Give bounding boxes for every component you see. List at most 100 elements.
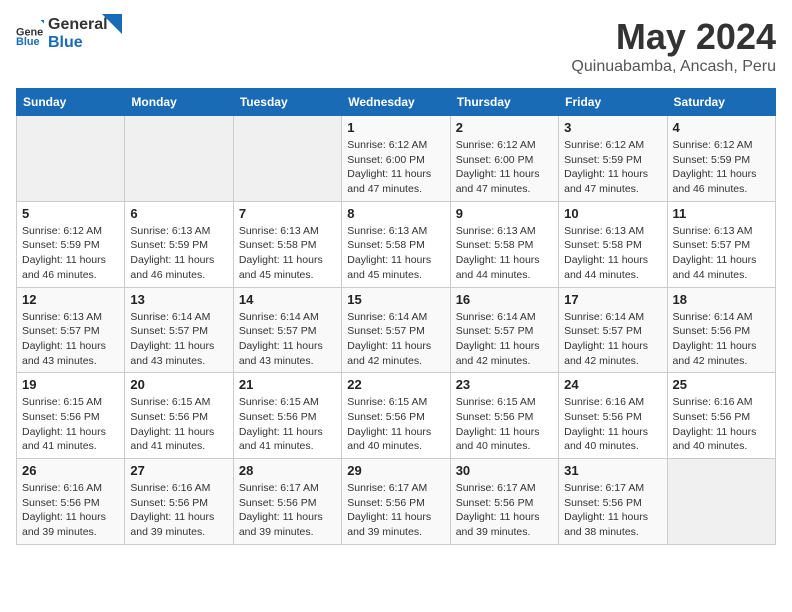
day-number: 21 [239,377,336,392]
day-info: Sunrise: 6:12 AMSunset: 6:00 PMDaylight:… [456,138,553,197]
day-number: 28 [239,463,336,478]
calendar-cell: 3 Sunrise: 6:12 AMSunset: 5:59 PMDaylight… [559,116,667,202]
calendar-cell: 6 Sunrise: 6:13 AMSunset: 5:59 PMDaylight… [125,201,233,287]
logo-blue-text: Blue [48,34,108,52]
day-info: Sunrise: 6:12 AMSunset: 5:59 PMDaylight:… [564,138,661,197]
day-number: 18 [673,292,770,307]
calendar-week-4: 19 Sunrise: 6:15 AMSunset: 5:56 PMDayligh… [17,373,776,459]
day-number: 6 [130,206,227,221]
header-monday: Monday [125,89,233,116]
logo-flag-icon [102,14,122,46]
calendar-cell: 26 Sunrise: 6:16 AMSunset: 5:56 PMDayligh… [17,459,125,545]
month-title: May 2024 [571,16,776,58]
day-number: 12 [22,292,119,307]
day-number: 31 [564,463,661,478]
calendar-cell: 21Sunrise: 6:15 AMSunset: 5:56 PMDayligh… [233,373,341,459]
day-info: Sunrise: 6:14 AMSunset: 5:57 PMDaylight:… [347,310,444,369]
calendar-week-2: 5Sunrise: 6:12 AMSunset: 5:59 PMDaylight… [17,201,776,287]
day-info: Sunrise: 6:17 AMSunset: 5:56 PMDaylight:… [239,481,336,540]
day-info: Sunrise: 6:13 AMSunset: 5:58 PMDaylight:… [239,224,336,283]
day-info: Sunrise: 6:15 AMSunset: 5:56 PMDaylight:… [456,395,553,454]
page-header: General Blue General Blue May 2024 Quinu… [16,16,776,76]
calendar-cell: 31Sunrise: 6:17 AMSunset: 5:56 PMDayligh… [559,459,667,545]
calendar-cell: 13 Sunrise: 6:14 AMSunset: 5:57 PMDayligh… [125,287,233,373]
day-number: 1 [347,120,444,135]
calendar-cell: 29Sunrise: 6:17 AMSunset: 5:56 PMDayligh… [342,459,450,545]
day-number: 5 [22,206,119,221]
title-block: May 2024 Quinuabamba, Ancash, Peru [571,16,776,76]
day-info: Sunrise: 6:14 AMSunset: 5:57 PMDaylight:… [239,310,336,369]
day-info: Sunrise: 6:14 AMSunset: 5:56 PMDaylight:… [673,310,770,369]
calendar-cell: 19 Sunrise: 6:15 AMSunset: 5:56 PMDayligh… [17,373,125,459]
calendar-cell: 17Sunrise: 6:14 AMSunset: 5:57 PMDayligh… [559,287,667,373]
day-number: 4 [673,120,770,135]
day-number: 19 [22,377,119,392]
day-info: Sunrise: 6:16 AMSunset: 5:56 PMDaylight:… [130,481,227,540]
calendar-cell: 15 Sunrise: 6:14 AMSunset: 5:57 PMDayligh… [342,287,450,373]
day-number: 2 [456,120,553,135]
day-number: 3 [564,120,661,135]
day-number: 14 [239,292,336,307]
day-info: Sunrise: 6:13 AMSunset: 5:59 PMDaylight:… [130,224,227,283]
day-number: 13 [130,292,227,307]
day-number: 16 [456,292,553,307]
day-number: 15 [347,292,444,307]
calendar-cell [233,116,341,202]
calendar-cell: 28 Sunrise: 6:17 AMSunset: 5:56 PMDayligh… [233,459,341,545]
day-number: 30 [456,463,553,478]
day-info: Sunrise: 6:17 AMSunset: 5:56 PMDaylight:… [347,481,444,540]
day-info: Sunrise: 6:16 AMSunset: 5:56 PMDaylight:… [673,395,770,454]
calendar-table: SundayMondayTuesdayWednesdayThursdayFrid… [16,88,776,545]
day-number: 11 [673,206,770,221]
calendar-cell: 12 Sunrise: 6:13 AMSunset: 5:57 PMDayligh… [17,287,125,373]
calendar-cell: 7 Sunrise: 6:13 AMSunset: 5:58 PMDaylight… [233,201,341,287]
header-wednesday: Wednesday [342,89,450,116]
calendar-cell [17,116,125,202]
logo: General Blue General Blue [16,16,122,51]
calendar-cell: 10 Sunrise: 6:13 AMSunset: 5:58 PMDayligh… [559,201,667,287]
header-saturday: Saturday [667,89,775,116]
calendar-cell: 1 Sunrise: 6:12 AMSunset: 6:00 PMDaylight… [342,116,450,202]
header-sunday: Sunday [17,89,125,116]
calendar-cell: 14 Sunrise: 6:14 AMSunset: 5:57 PMDayligh… [233,287,341,373]
day-info: Sunrise: 6:15 AMSunset: 5:56 PMDaylight:… [22,395,119,454]
calendar-cell [667,459,775,545]
calendar-cell: 20Sunrise: 6:15 AMSunset: 5:56 PMDayligh… [125,373,233,459]
day-info: Sunrise: 6:15 AMSunset: 5:56 PMDaylight:… [347,395,444,454]
calendar-cell: 2 Sunrise: 6:12 AMSunset: 6:00 PMDaylight… [450,116,558,202]
calendar-cell: 5Sunrise: 6:12 AMSunset: 5:59 PMDaylight… [17,201,125,287]
day-info: Sunrise: 6:13 AMSunset: 5:58 PMDaylight:… [564,224,661,283]
calendar-cell: 16 Sunrise: 6:14 AMSunset: 5:57 PMDayligh… [450,287,558,373]
calendar-header-row: SundayMondayTuesdayWednesdayThursdayFrid… [17,89,776,116]
logo-general-text: General [48,16,108,34]
calendar-cell: 18 Sunrise: 6:14 AMSunset: 5:56 PMDayligh… [667,287,775,373]
header-tuesday: Tuesday [233,89,341,116]
calendar-week-3: 12 Sunrise: 6:13 AMSunset: 5:57 PMDayligh… [17,287,776,373]
day-info: Sunrise: 6:13 AMSunset: 5:57 PMDaylight:… [22,310,119,369]
day-number: 27 [130,463,227,478]
calendar-cell [125,116,233,202]
calendar-cell: 11Sunrise: 6:13 AMSunset: 5:57 PMDayligh… [667,201,775,287]
calendar-cell: 27 Sunrise: 6:16 AMSunset: 5:56 PMDayligh… [125,459,233,545]
day-number: 22 [347,377,444,392]
day-number: 7 [239,206,336,221]
day-number: 10 [564,206,661,221]
day-number: 24 [564,377,661,392]
calendar-cell: 23Sunrise: 6:15 AMSunset: 5:56 PMDayligh… [450,373,558,459]
day-info: Sunrise: 6:16 AMSunset: 5:56 PMDaylight:… [564,395,661,454]
calendar-cell: 22 Sunrise: 6:15 AMSunset: 5:56 PMDayligh… [342,373,450,459]
calendar-cell: 8Sunrise: 6:13 AMSunset: 5:58 PMDaylight… [342,201,450,287]
day-info: Sunrise: 6:14 AMSunset: 5:57 PMDaylight:… [564,310,661,369]
header-friday: Friday [559,89,667,116]
day-number: 8 [347,206,444,221]
day-info: Sunrise: 6:14 AMSunset: 5:57 PMDaylight:… [130,310,227,369]
calendar-cell: 4 Sunrise: 6:12 AMSunset: 5:59 PMDaylight… [667,116,775,202]
calendar-week-5: 26 Sunrise: 6:16 AMSunset: 5:56 PMDayligh… [17,459,776,545]
day-info: Sunrise: 6:13 AMSunset: 5:58 PMDaylight:… [456,224,553,283]
day-info: Sunrise: 6:16 AMSunset: 5:56 PMDaylight:… [22,481,119,540]
day-info: Sunrise: 6:12 AMSunset: 6:00 PMDaylight:… [347,138,444,197]
day-info: Sunrise: 6:14 AMSunset: 5:57 PMDaylight:… [456,310,553,369]
day-number: 26 [22,463,119,478]
day-info: Sunrise: 6:12 AMSunset: 5:59 PMDaylight:… [673,138,770,197]
day-number: 25 [673,377,770,392]
